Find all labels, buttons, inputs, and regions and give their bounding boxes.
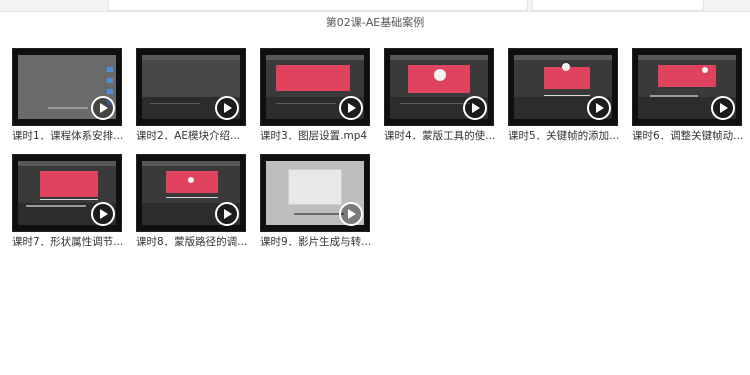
play-icon[interactable] — [91, 96, 115, 120]
play-icon[interactable] — [91, 202, 115, 226]
video-thumbnail[interactable] — [260, 48, 370, 126]
video-title[interactable]: 课时4．蒙版工具的使... — [384, 128, 496, 143]
top-toolbar — [0, 0, 750, 12]
video-thumbnail[interactable] — [12, 154, 122, 232]
video-thumbnail[interactable] — [632, 48, 742, 126]
video-title[interactable]: 课时9．影片生成与转... — [260, 234, 372, 249]
play-icon[interactable] — [215, 96, 239, 120]
play-icon[interactable] — [339, 96, 363, 120]
video-title[interactable]: 课时3．图层设置.mp4 — [260, 128, 372, 143]
play-icon[interactable] — [587, 96, 611, 120]
play-icon[interactable] — [215, 202, 239, 226]
video-thumbnail[interactable] — [136, 154, 246, 232]
breadcrumb: 第02课-AE基础案例 — [325, 16, 425, 29]
video-title[interactable]: 课时6．调整关键帧动... — [632, 128, 744, 143]
address-bar[interactable] — [108, 0, 528, 11]
video-title[interactable]: 课时1．课程体系安排... — [12, 128, 124, 143]
video-thumbnail[interactable] — [384, 48, 494, 126]
video-thumbnail[interactable] — [260, 154, 370, 232]
play-icon[interactable] — [339, 202, 363, 226]
video-thumbnail[interactable] — [136, 48, 246, 126]
video-thumbnail[interactable] — [508, 48, 618, 126]
play-icon[interactable] — [463, 96, 487, 120]
search-field[interactable] — [532, 0, 704, 11]
video-title[interactable]: 课时8．蒙版路径的调... — [136, 234, 248, 249]
video-thumbnail[interactable] — [12, 48, 122, 126]
video-title[interactable]: 课时7．形状属性调节... — [12, 234, 124, 249]
play-icon[interactable] — [711, 96, 735, 120]
video-title[interactable]: 课时5．关键帧的添加... — [508, 128, 620, 143]
video-title[interactable]: 课时2．AE模块介绍... — [136, 128, 248, 143]
